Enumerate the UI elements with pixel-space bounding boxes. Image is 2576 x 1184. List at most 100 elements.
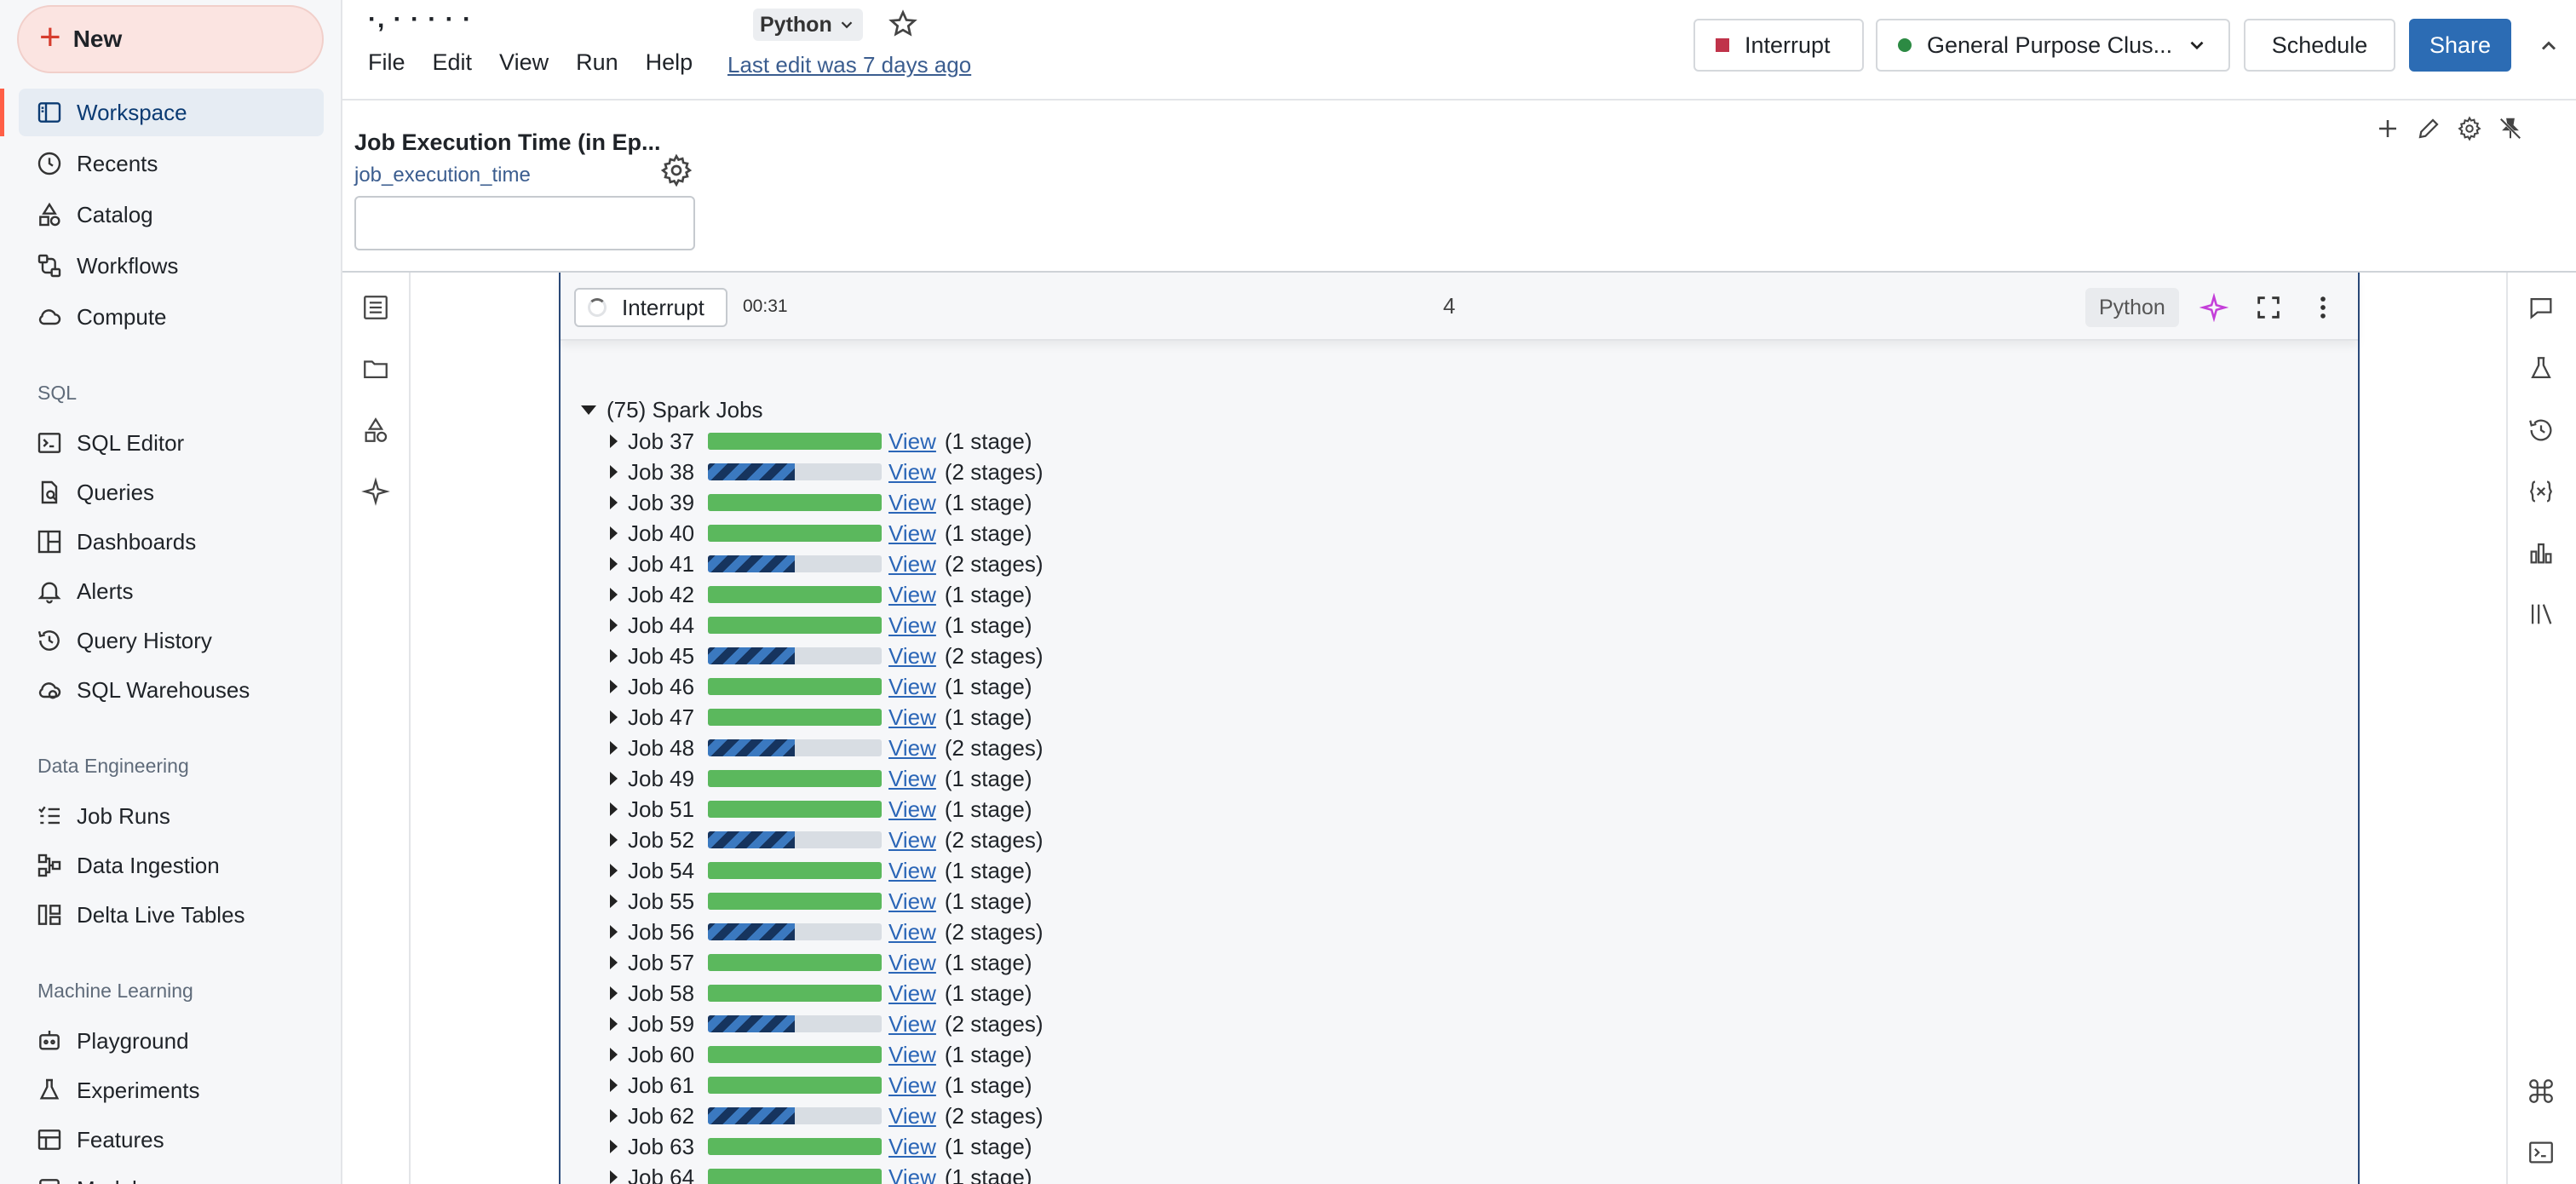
job-view-link[interactable]: View <box>888 612 936 639</box>
job-row[interactable]: Job 49 View (1 stage) <box>610 763 1032 794</box>
job-view-link[interactable]: View <box>888 704 936 731</box>
comment-icon[interactable] <box>2527 293 2556 322</box>
caret-right-icon[interactable] <box>610 802 618 816</box>
job-row[interactable]: Job 55 View (1 stage) <box>610 886 1032 917</box>
caret-right-icon[interactable] <box>610 618 618 632</box>
variables-icon[interactable] <box>2527 477 2556 506</box>
job-view-link[interactable]: View <box>888 766 936 792</box>
sidebar-item-recents[interactable]: Recents <box>19 140 324 187</box>
caret-right-icon[interactable] <box>610 833 618 847</box>
expand-icon[interactable] <box>2254 293 2283 322</box>
history-icon[interactable] <box>2527 416 2556 445</box>
terminal-icon[interactable] <box>2527 1138 2556 1167</box>
folder-icon[interactable] <box>361 354 390 383</box>
caret-right-icon[interactable] <box>610 956 618 969</box>
sidebar-item-sql-warehouses[interactable]: SQL Warehouses <box>19 666 324 714</box>
last-edit-link[interactable]: Last edit was 7 days ago <box>727 52 971 78</box>
job-row[interactable]: Job 59 View (2 stages) <box>610 1009 1044 1039</box>
menu-view[interactable]: View <box>499 49 549 76</box>
bar-chart-icon[interactable] <box>2527 538 2556 567</box>
caret-right-icon[interactable] <box>610 894 618 908</box>
star-icon[interactable] <box>888 9 918 39</box>
sidebar-item-catalog[interactable]: Catalog <box>19 191 324 239</box>
job-view-link[interactable]: View <box>888 1134 936 1160</box>
sidebar-item-playground[interactable]: Playground <box>19 1017 324 1065</box>
job-row[interactable]: Job 58 View (1 stage) <box>610 978 1032 1009</box>
job-view-link[interactable]: View <box>888 796 936 823</box>
language-selector[interactable]: Python <box>753 9 863 41</box>
widget-text-input[interactable] <box>354 196 695 250</box>
new-button[interactable]: + New <box>17 5 324 73</box>
job-row[interactable]: Job 37 View (1 stage) <box>610 426 1032 457</box>
menu-run[interactable]: Run <box>576 49 618 76</box>
job-row[interactable]: Job 61 View (1 stage) <box>610 1070 1032 1101</box>
schedule-button[interactable]: Schedule <box>2244 19 2395 72</box>
job-row[interactable]: Job 41 View (2 stages) <box>610 549 1044 579</box>
chevron-up-icon[interactable] <box>2537 34 2561 58</box>
job-row[interactable]: Job 44 View (1 stage) <box>610 610 1032 641</box>
sidebar-item-job-runs[interactable]: Job Runs <box>19 792 324 840</box>
sidebar-item-delta-live-tables[interactable]: Delta Live Tables <box>19 891 324 939</box>
menu-file[interactable]: File <box>368 49 405 76</box>
library-icon[interactable] <box>2527 600 2556 629</box>
caret-right-icon[interactable] <box>610 772 618 785</box>
job-row[interactable]: Job 52 View (2 stages) <box>610 825 1044 855</box>
add-icon[interactable] <box>2375 116 2401 141</box>
caret-right-icon[interactable] <box>610 1017 618 1031</box>
caret-right-icon[interactable] <box>610 649 618 663</box>
job-view-link[interactable]: View <box>888 1011 936 1037</box>
caret-right-icon[interactable] <box>610 1078 618 1092</box>
caret-right-icon[interactable] <box>610 925 618 939</box>
sidebar-item-data-ingestion[interactable]: Data Ingestion <box>19 842 324 889</box>
job-view-link[interactable]: View <box>888 1103 936 1129</box>
job-view-link[interactable]: View <box>888 490 936 516</box>
job-row[interactable]: Job 48 View (2 stages) <box>610 733 1044 763</box>
job-view-link[interactable]: View <box>888 459 936 486</box>
job-view-link[interactable]: View <box>888 428 936 455</box>
sparkle-icon[interactable] <box>2199 293 2228 322</box>
job-row[interactable]: Job 57 View (1 stage) <box>610 947 1032 978</box>
job-view-link[interactable]: View <box>888 643 936 670</box>
job-view-link[interactable]: View <box>888 980 936 1007</box>
sidebar-item-queries[interactable]: Queries <box>19 468 324 516</box>
caret-right-icon[interactable] <box>610 557 618 571</box>
job-view-link[interactable]: View <box>888 520 936 547</box>
job-view-link[interactable]: View <box>888 858 936 884</box>
assistant-icon[interactable] <box>361 477 390 506</box>
sidebar-item-compute[interactable]: Compute <box>19 293 324 341</box>
notebook-title[interactable]: ·, · · · · · <box>368 5 472 34</box>
caret-right-icon[interactable] <box>610 588 618 601</box>
pencil-icon[interactable] <box>2416 116 2441 141</box>
caret-right-icon[interactable] <box>610 465 618 479</box>
job-view-link[interactable]: View <box>888 674 936 700</box>
job-row[interactable]: Job 63 View (1 stage) <box>610 1131 1032 1162</box>
command-icon[interactable] <box>2527 1077 2556 1106</box>
caret-right-icon[interactable] <box>610 741 618 755</box>
caret-right-icon[interactable] <box>610 680 618 693</box>
caret-right-icon[interactable] <box>610 496 618 509</box>
caret-right-icon[interactable] <box>610 986 618 1000</box>
spark-jobs-toggle[interactable]: (75) Spark Jobs <box>581 397 763 423</box>
share-button[interactable]: Share <box>2409 19 2511 72</box>
more-vertical-icon[interactable] <box>2309 293 2337 322</box>
job-row[interactable]: Job 39 View (1 stage) <box>610 487 1032 518</box>
pin-icon[interactable] <box>2498 116 2523 141</box>
caret-right-icon[interactable] <box>610 434 618 448</box>
interrupt-button[interactable]: Interrupt <box>1693 19 1864 72</box>
job-view-link[interactable]: View <box>888 1072 936 1099</box>
caret-right-icon[interactable] <box>610 526 618 540</box>
job-view-link[interactable]: View <box>888 827 936 854</box>
menu-help[interactable]: Help <box>646 49 693 76</box>
sidebar-item-features[interactable]: Features <box>19 1116 324 1164</box>
gear-icon[interactable] <box>659 153 693 187</box>
job-view-link[interactable]: View <box>888 1042 936 1068</box>
job-row[interactable]: Job 46 View (1 stage) <box>610 671 1032 702</box>
job-view-link[interactable]: View <box>888 582 936 608</box>
sidebar-item-alerts[interactable]: Alerts <box>19 567 324 615</box>
job-row[interactable]: Job 42 View (1 stage) <box>610 579 1032 610</box>
job-view-link[interactable]: View <box>888 888 936 915</box>
sidebar-item-sql-editor[interactable]: SQL Editor <box>19 419 324 467</box>
job-row[interactable]: Job 62 View (2 stages) <box>610 1101 1044 1131</box>
cluster-selector[interactable]: General Purpose Clus... <box>1876 19 2230 72</box>
job-row[interactable]: Job 45 View (2 stages) <box>610 641 1044 671</box>
